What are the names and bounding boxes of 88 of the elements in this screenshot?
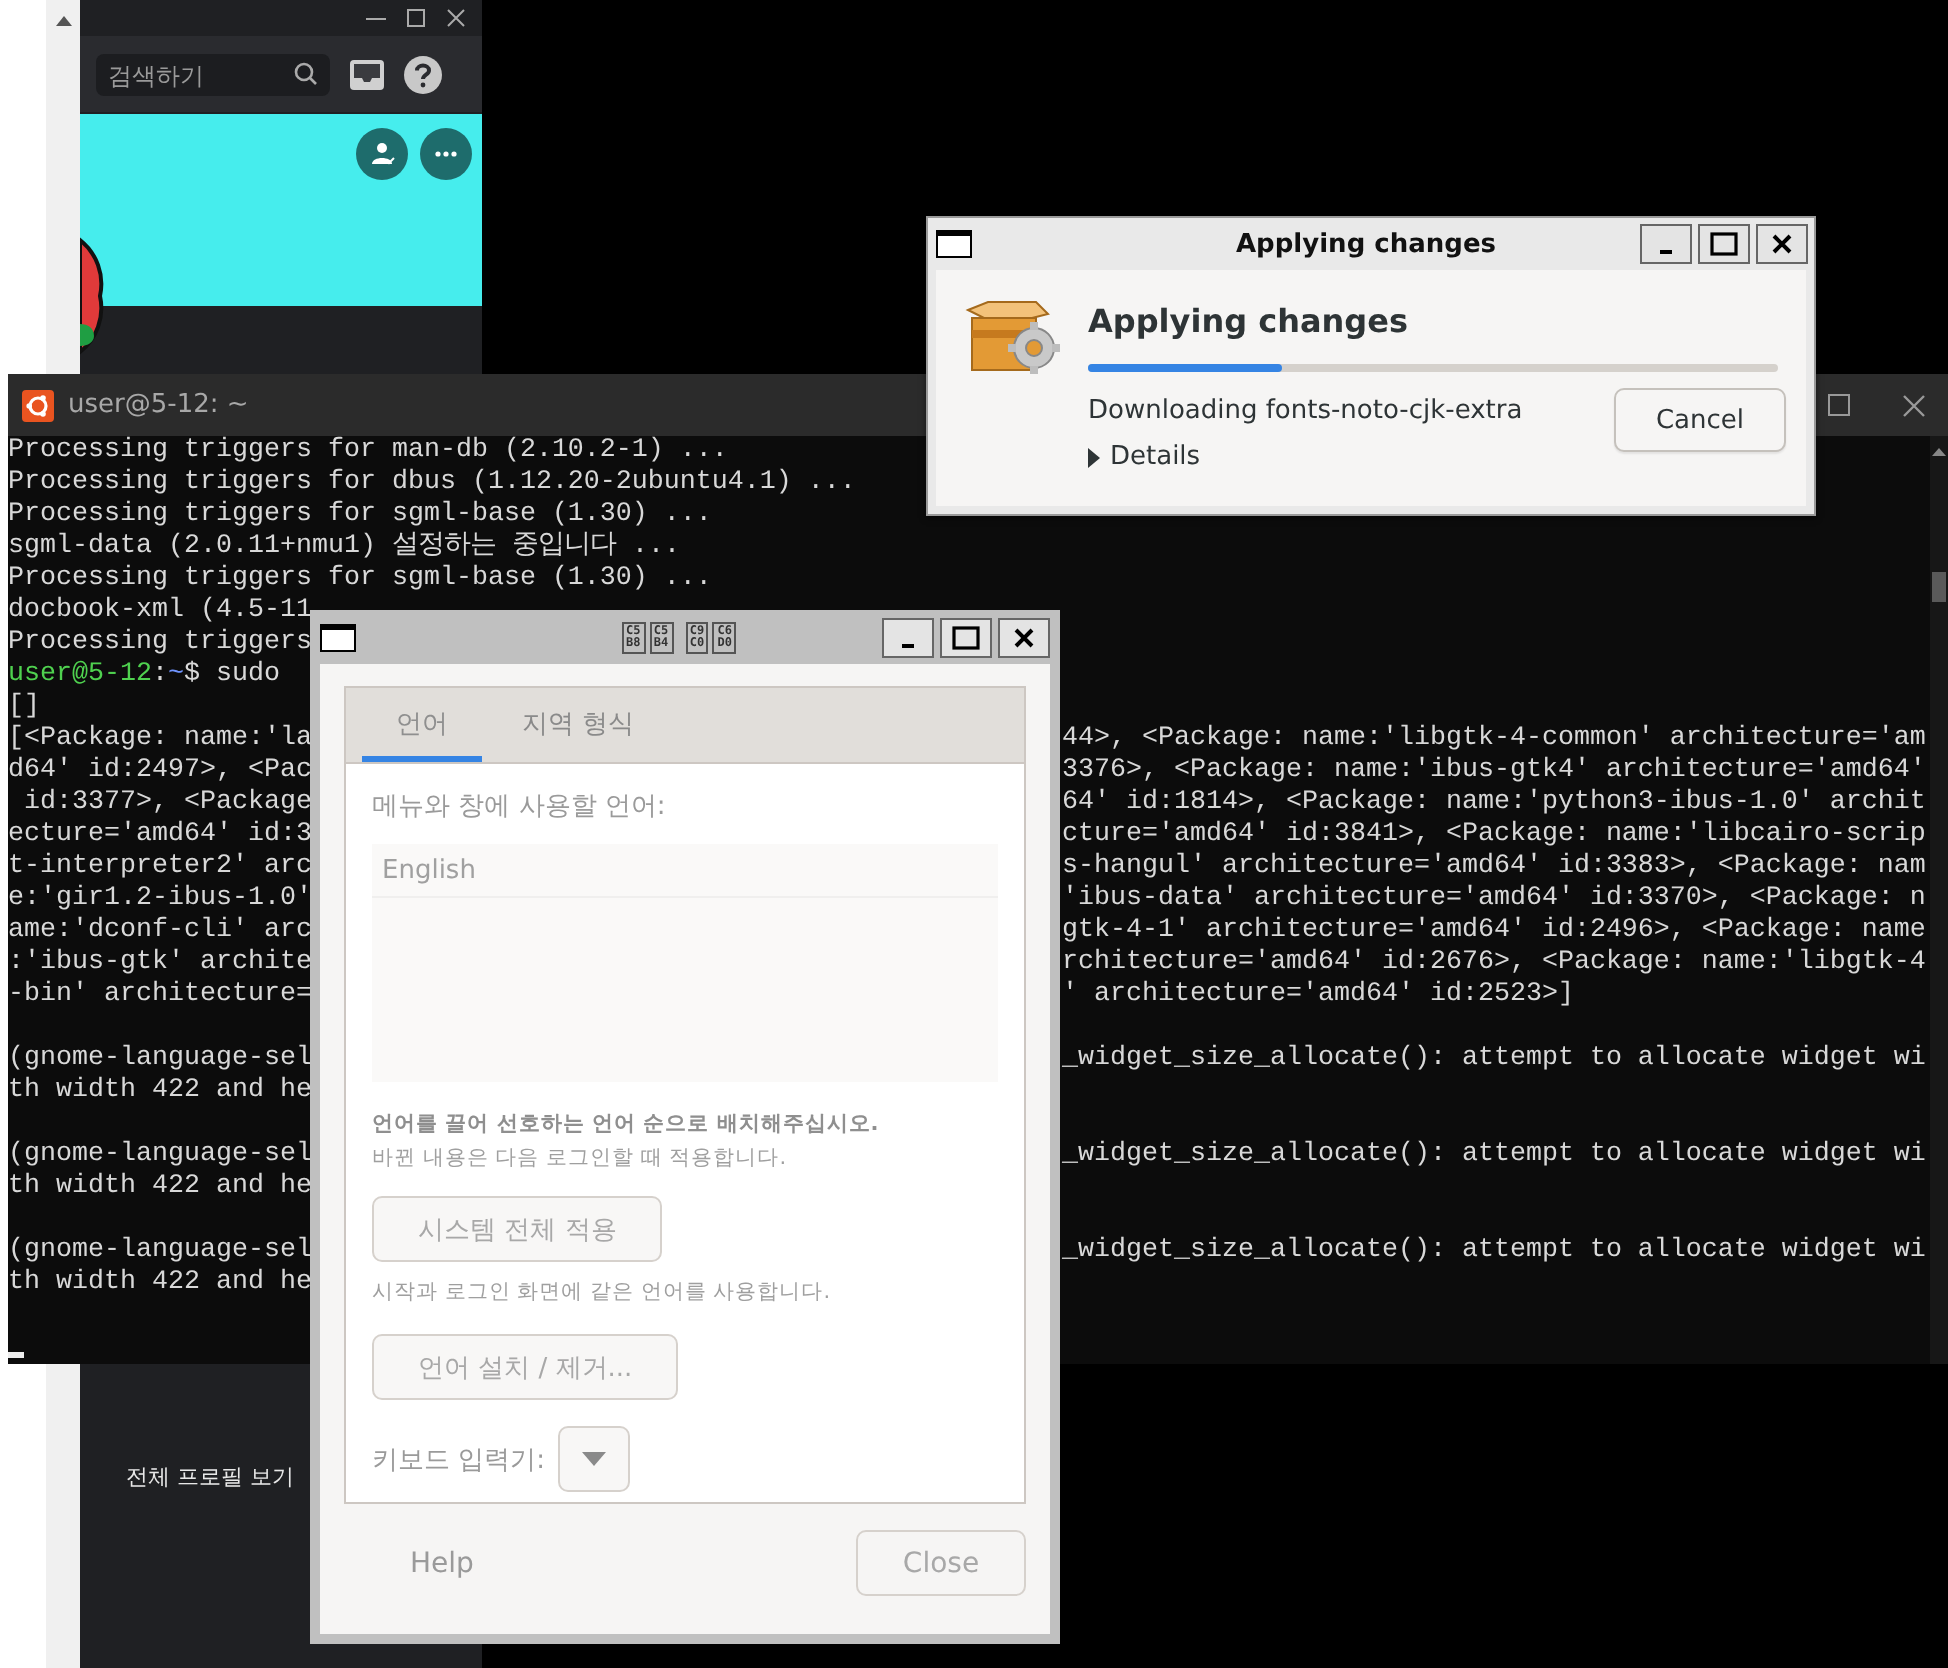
search-field[interactable]: 검색하기	[96, 54, 330, 96]
terminal-line: d64' id:2497>, <Pac	[8, 756, 312, 788]
minimize-button[interactable]	[882, 617, 934, 657]
search-icon	[294, 61, 318, 85]
terminal-line: _widget_size_allocate(): attempt to allocate widget wi	[1062, 1140, 1926, 1172]
maximize-icon	[1710, 232, 1738, 256]
tab[interactable]: 언어	[362, 688, 482, 762]
details-expander[interactable]: Details	[1088, 442, 1523, 472]
system-note: 시작과 로그인 화면에 같은 언어를 사용합니다.	[372, 1278, 833, 1306]
terminal-line: th width 422 and he	[8, 1172, 312, 1204]
terminal-line: 'ibus-data' architecture='amd64' id:3370>, <Package: n	[1062, 884, 1926, 916]
close-icon[interactable]	[446, 8, 466, 28]
terminal-line: t-interpreter2' arc	[8, 852, 312, 884]
scroll-up-icon[interactable]	[1932, 448, 1946, 456]
terminal-line: th width 422 and he	[8, 1268, 312, 1300]
terminal-line: (gnome-language-sel	[8, 1140, 312, 1172]
terminal-line: ame:'dconf-cli' arc	[8, 916, 312, 948]
terminal-line: -bin' architecture=	[8, 980, 312, 1012]
terminal-line: Processing triggers for dbus (1.12.20-2ubuntu4.1) ...	[8, 468, 856, 500]
maximize-icon	[952, 625, 980, 649]
terminal-line: docbook-xml (4.5-11	[8, 596, 312, 628]
terminal-line: 64' id:1814>, <Package: name:'python3-ibus-1.0' archit	[1062, 788, 1926, 820]
apply-note: 바뀐 내용은 다음 로그인할 때 적용합니다.	[372, 1144, 789, 1172]
minimize-icon	[1660, 250, 1672, 254]
terminal-line: _widget_size_allocate(): attempt to allocate widget wi	[1062, 1044, 1926, 1076]
window-title: Applying changes	[1236, 229, 1496, 259]
terminal-line: gtk-4-1' architecture='amd64' id:2496>, <Package: name	[1062, 916, 1926, 948]
maximize-icon[interactable]	[406, 8, 426, 28]
avatar-drawing	[80, 236, 104, 360]
terminal-line: (gnome-language-sel	[8, 1236, 312, 1268]
help-button[interactable]: Help	[360, 1547, 524, 1579]
maximize-button[interactable]	[940, 617, 992, 657]
scroll-up-icon[interactable]	[55, 16, 71, 26]
terminal-line: ecture='amd64' id:3	[8, 820, 312, 852]
minimize-icon	[902, 643, 914, 647]
terminal-line: ' architecture='amd64' id:2523>]	[1062, 980, 1574, 1012]
terminal-line: 3376>, <Package: name:'ibus-gtk4' architecture='amd64'	[1062, 756, 1926, 788]
scrollbar[interactable]	[1930, 436, 1948, 1364]
close-button[interactable]	[998, 617, 1050, 657]
window-menu-icon[interactable]	[936, 230, 972, 258]
terminal-line: rchitecture='amd64' id:2676>, <Package: name:'libgtk-4	[1062, 948, 1926, 980]
more-button[interactable]	[420, 128, 472, 180]
terminal-line: s-hangul' architecture='amd64' id:3383>, <Package: nam	[1062, 852, 1926, 884]
maximize-icon[interactable]	[1828, 394, 1850, 416]
profile-link[interactable]: 전체 프로필 보기	[126, 1462, 294, 1492]
drag-hint: 언어를 끌어 선호하는 언어 순으로 배치해주십시오.	[372, 1110, 881, 1138]
window-title: user@5-12: ~	[68, 390, 249, 420]
keyboard-label: 키보드 입력기:	[372, 1443, 546, 1477]
inbox-icon[interactable]	[350, 59, 384, 89]
terminal-line: Processing triggers	[8, 628, 312, 660]
cancel-button[interactable]: Cancel	[1613, 388, 1786, 452]
terminal-line: e:'gir1.2-ibus-1.0'	[8, 884, 312, 916]
more-icon	[434, 150, 458, 158]
terminal-line: []	[8, 692, 40, 724]
person-check-icon	[369, 142, 395, 166]
terminal-line: Processing triggers for sgml-base (1.30) ...	[8, 500, 712, 531]
terminal-line: 44>, <Package: name:'libgtk-4-common' architecture='am	[1062, 724, 1926, 756]
package-gear-icon	[964, 298, 1064, 378]
dialog-heading: Applying changes	[1088, 302, 1410, 340]
minimize-button[interactable]	[1640, 224, 1692, 264]
window-menu-icon[interactable]	[320, 623, 356, 651]
maximize-button[interactable]	[1698, 224, 1750, 264]
text-cursor	[8, 1352, 24, 1358]
terminal-line: :'ibus-gtk' archite	[8, 948, 312, 980]
terminal-line: cture='amd64' id:3841>, <Package: name:'libcairo-scrip	[1062, 820, 1926, 852]
close-icon	[1012, 625, 1036, 649]
help-icon[interactable]	[404, 55, 442, 93]
terminal-line: Processing triggers for man-db (2.10.2-1) ...	[8, 436, 728, 468]
terminal-line: th width 422 and he	[8, 1076, 312, 1108]
list-label: 메뉴와 창에 사용할 언어:	[372, 790, 668, 824]
terminal-line: (gnome-language-sel	[8, 1044, 312, 1076]
terminal-line: Processing triggers for sgml-base (1.30) ...	[8, 564, 712, 596]
terminal-line: _widget_size_allocate(): attempt to allocate widget wi	[1062, 1236, 1926, 1268]
caret-icon	[581, 1452, 606, 1466]
status-text: Downloading fonts-noto-cjk-extra	[1088, 396, 1523, 426]
input-method-dropdown[interactable]	[557, 1426, 630, 1492]
close-button[interactable]	[1756, 224, 1808, 264]
close-icon	[1770, 232, 1794, 256]
shell-prompt: user@5-12:~$ sudo	[8, 660, 280, 692]
expander-icon	[1088, 447, 1102, 467]
app-logo-icon	[22, 389, 54, 421]
close-icon[interactable]	[1902, 393, 1926, 417]
scrollbar-thumb[interactable]	[1932, 572, 1946, 602]
terminal-line: sgml-data (2.0.11+nmu1) 설정하는 중입니다 ...	[8, 532, 680, 564]
terminal-line: id:3377>, <Package	[21, 788, 312, 820]
tab[interactable]: 지역 형식	[498, 688, 659, 762]
terminal-line: [<Package: name:'la	[8, 724, 312, 756]
friend-add-button[interactable]	[356, 128, 408, 180]
